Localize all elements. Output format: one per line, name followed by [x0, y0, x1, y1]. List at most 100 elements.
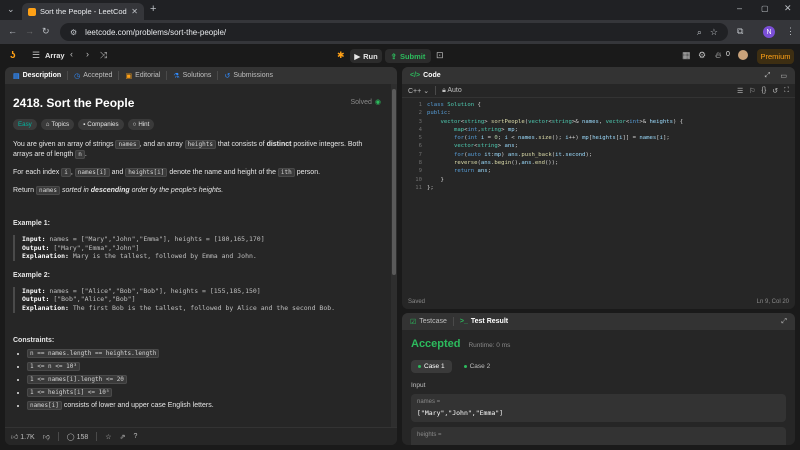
companies-tag[interactable]: ▪ Companies [78, 119, 124, 130]
divider [96, 432, 98, 441]
collapse-icon[interactable]: ▭ [776, 72, 791, 80]
constraint-item: n == names.length == heights.length [27, 348, 381, 358]
problem-list-label[interactable]: Array [45, 51, 65, 60]
submit-button[interactable]: ⇪ Submit [385, 49, 431, 63]
thumbs-down-icon: 👎︎ [42, 434, 50, 441]
play-icon: ▶ [354, 51, 361, 61]
extensions-icon[interactable]: ⧉ [737, 26, 743, 37]
description-footer: 👍︎ 1.7K 👎︎ ◯ 158 ☆ ⇗ ? [5, 427, 397, 445]
settings-icon[interactable]: ⚙ [698, 50, 706, 61]
divider [217, 71, 219, 80]
minimize-icon[interactable]: – [737, 3, 742, 13]
divider [67, 71, 69, 80]
run-button[interactable]: ▶ Run [350, 49, 382, 63]
code-line: return ans; [453, 168, 492, 175]
tab-accepted[interactable]: ◷ Accepted [70, 72, 116, 80]
notes-icon[interactable]: ⊡ [436, 50, 444, 61]
solved-badge: Solved ◉ [350, 98, 381, 107]
example-1-title: Example 1: [13, 220, 50, 227]
description-paragraph-1: You are given an array of strings names,… [13, 140, 363, 159]
prev-problem-icon[interactable]: ‹ [70, 49, 73, 59]
code-editor[interactable]: 1 2 3 4 5 6 7 8 9 10 11 class Solution {… [402, 101, 795, 291]
problem-title: 2418. Sort the People [13, 96, 135, 110]
like-button[interactable]: 👍︎ 1.7K [11, 432, 35, 441]
constraint-item: 1 <= n <= 10³ [27, 361, 381, 371]
bookmark-star-icon[interactable]: ☆ [710, 27, 718, 38]
dislike-button[interactable]: 👎︎ [43, 432, 50, 441]
profile-avatar[interactable]: N [763, 26, 775, 38]
heights-input-box: heights = [411, 427, 786, 445]
tab-test-result[interactable]: >_ Test Result [456, 318, 512, 325]
zoom-icon[interactable]: ⌕ [697, 27, 702, 38]
next-problem-icon[interactable]: › [86, 49, 89, 59]
description-paragraph-2: For each index i, names[i] and heights[i… [13, 168, 321, 177]
close-tab-icon[interactable]: ✕ [131, 7, 138, 16]
cursor-position: Ln 9, Col 20 [756, 299, 789, 305]
leetcode-logo-icon[interactable]: ʖ [10, 50, 16, 61]
topics-tag[interactable]: ⌂ Topics [40, 119, 75, 130]
favorite-star-icon[interactable]: ☆ [105, 433, 111, 441]
streak-icon[interactable]: 🔥︎ [715, 50, 722, 61]
tab-code[interactable]: </> Code [406, 72, 445, 79]
hint-tag[interactable]: ○ Hint [127, 119, 155, 130]
braces-icon[interactable]: {} [762, 87, 767, 94]
url-input[interactable]: ⚙ leetcode.com/problems/sort-the-people/… [60, 23, 728, 41]
debug-icon[interactable]: ✱ [337, 50, 345, 61]
case-2-tab[interactable]: Case 2 [457, 360, 498, 373]
editor-toolbar: C++ ⌄ 🔒︎ Auto ☰ ⚐ {} ↺ ⛶ [402, 84, 795, 98]
share-icon[interactable]: ⇗ [120, 433, 126, 441]
language-select[interactable]: C++ ⌄ [408, 87, 429, 95]
premium-button[interactable]: Premium [757, 49, 794, 64]
code-panel: </> Code ⤢ ▭ C++ ⌄ 🔒︎ Auto ☰ ⚐ {} ↺ ⛶ 1 2… [402, 67, 795, 309]
fullscreen-icon[interactable]: ⛶ [784, 87, 789, 95]
code-line: for(auto it:mp) ans.push_back(it.second)… [453, 151, 593, 158]
help-icon[interactable]: ? [133, 433, 137, 440]
browser-menu-icon[interactable]: ⋮ [786, 26, 795, 37]
maximize-icon[interactable]: ▢ [761, 4, 769, 13]
close-window-icon[interactable]: ✕ [784, 3, 792, 14]
test-result-body: Accepted Runtime: 0 ms Case 1 Case 2 Inp… [402, 330, 795, 445]
new-tab-icon[interactable]: + [150, 3, 156, 15]
check-icon: ◷ [74, 72, 81, 80]
test-result-panel: ☑ Testcase >_ Test Result ⤢ Accepted Runti… [402, 313, 795, 445]
verdict: Accepted [411, 338, 461, 350]
shuffle-icon[interactable]: ⤨ [100, 50, 107, 61]
reload-icon[interactable]: ↻ [42, 26, 50, 37]
tab-testcase[interactable]: ☑ Testcase [406, 318, 451, 326]
tab-editorial[interactable]: ▣ Editorial [121, 72, 164, 80]
scrollbar-thumb[interactable] [392, 89, 396, 275]
divider [118, 71, 120, 80]
expand-icon[interactable]: ⤢ [761, 72, 775, 80]
browser-tab[interactable]: Sort the People - LeetCode ✕ [22, 3, 144, 20]
forward-icon[interactable]: → [25, 26, 34, 36]
tab-description[interactable]: ▤ Description [9, 72, 65, 80]
site-info-icon[interactable]: ⚙ [70, 28, 77, 37]
tab-search-icon[interactable]: ⌄ [7, 4, 15, 15]
tag-row: Easy ⌂ Topics ▪ Companies ○ Hint [13, 119, 381, 130]
back-icon[interactable]: ← [8, 26, 17, 36]
comments-button[interactable]: ◯ 158 [67, 433, 88, 441]
checkbox-icon: ☑ [410, 318, 417, 326]
code-line: for(int i = 0; i < names.size(); i++) mp… [453, 135, 670, 142]
code-line: }; [427, 184, 434, 191]
format-icon[interactable]: ☰ [737, 87, 743, 95]
description-icon: ▤ [13, 72, 20, 80]
problem-list-icon[interactable]: ☰ [32, 50, 40, 61]
panel-expand-icon[interactable]: ⤢ [777, 318, 791, 326]
leetcode-favicon-icon [28, 7, 36, 16]
case-1-tab[interactable]: Case 1 [411, 360, 452, 373]
tab-solutions[interactable]: ⚗ Solutions [169, 72, 215, 80]
address-bar-row: ← → ↻ ⚙ leetcode.com/problems/sort-the-p… [0, 20, 800, 44]
user-avatar[interactable] [738, 50, 748, 60]
flask-icon: ⚗ [173, 72, 180, 80]
streak-count: 0 [726, 51, 730, 58]
code-lines: class Solution {public: vector<string> s… [427, 101, 683, 192]
auto-mode-toggle[interactable]: 🔒︎ Auto [442, 87, 462, 95]
bookmark-icon[interactable]: ⚐ [749, 87, 755, 95]
layout-icon[interactable]: ▦ [682, 50, 691, 61]
reset-icon[interactable]: ↺ [772, 87, 778, 95]
tab-title: Sort the People - LeetCode [40, 7, 128, 16]
heights-label: heights = [417, 432, 442, 438]
tab-submissions[interactable]: ↺ Submissions [220, 72, 277, 80]
difficulty-tag[interactable]: Easy [13, 119, 37, 130]
